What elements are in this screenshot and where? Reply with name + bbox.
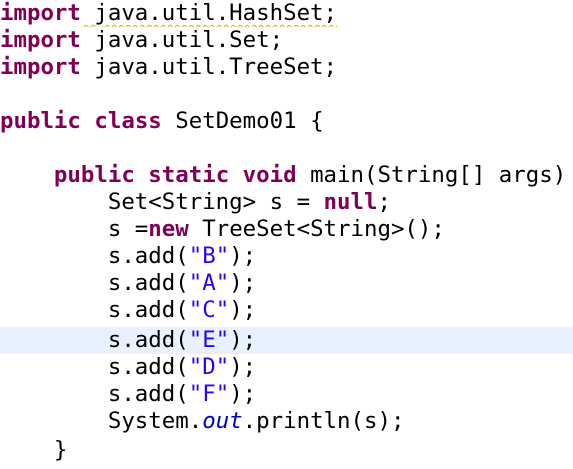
code-text: ); <box>229 243 257 269</box>
code-line-16[interactable]: System.out.println(s); <box>0 408 573 435</box>
code-text: ); <box>229 381 257 407</box>
code-editor[interactable]: import java.util.HashSet; import java.ut… <box>0 0 573 469</box>
code-line-1[interactable]: import java.util.HashSet; <box>0 0 573 27</box>
keyword: import <box>0 54 81 80</box>
keyword: import <box>0 0 81 26</box>
code-text: s = <box>0 216 149 242</box>
code-text: s.add( <box>0 381 189 407</box>
code-line-9[interactable]: s =new TreeSet<String>(); <box>0 216 573 243</box>
code-line-14[interactable]: s.add("D"); <box>0 354 573 381</box>
code-text: ); <box>229 354 257 380</box>
code-text: System. <box>0 408 203 434</box>
code-line-5[interactable]: public class SetDemo01 { <box>0 108 573 135</box>
code-text: Set<String> s = <box>0 189 324 215</box>
code-text: main(String[] args) { <box>296 162 573 188</box>
code-text: s.add( <box>0 354 189 380</box>
code-line-3[interactable]: import java.util.TreeSet; <box>0 54 573 81</box>
string-literal: "A" <box>188 270 230 296</box>
code-line-7[interactable]: public static void main(String[] args) { <box>0 162 573 189</box>
code-text: java.util.TreeSet; <box>80 54 338 80</box>
keyword: public <box>53 162 135 188</box>
keyword: static <box>148 162 230 188</box>
code-text: s.add( <box>0 270 189 296</box>
code-line-13-current[interactable]: s.add("E"); <box>0 327 573 354</box>
code-text: s.add( <box>0 327 189 353</box>
keyword: class <box>94 108 162 134</box>
keyword: import <box>0 27 81 53</box>
code-line-4[interactable] <box>0 81 573 108</box>
keyword: new <box>148 216 189 242</box>
code-text: s.add( <box>0 243 189 269</box>
string-literal: "F" <box>188 381 230 407</box>
code-line-10[interactable]: s.add("B"); <box>0 243 573 270</box>
code-text: TreeSet<String>(); <box>188 216 445 242</box>
code-text: .println(s); <box>242 408 405 434</box>
string-literal: "E" <box>188 327 230 353</box>
code-text: SetDemo01 { <box>161 108 324 134</box>
code-text: ); <box>229 327 257 353</box>
code-text: s.add( <box>0 297 189 323</box>
keyword: public <box>0 108 81 134</box>
code-line-2[interactable]: import java.util.Set; <box>0 27 573 54</box>
keyword: null <box>323 189 378 215</box>
code-text: ; <box>377 189 391 215</box>
code-text: java.util.Set; <box>80 27 284 53</box>
code-text: } <box>0 437 68 463</box>
static-field: out <box>202 408 243 434</box>
string-literal: "C" <box>188 297 230 323</box>
code-text: ); <box>229 297 257 323</box>
code-line-15[interactable]: s.add("F"); <box>0 381 573 408</box>
code-line-11[interactable]: s.add("A"); <box>0 270 573 297</box>
code-line-12[interactable]: s.add("C"); <box>0 297 573 324</box>
keyword: void <box>242 162 297 188</box>
string-literal: "D" <box>188 354 230 380</box>
code-line-17[interactable]: } <box>0 437 573 464</box>
code-line-6[interactable] <box>0 135 573 162</box>
code-line-8[interactable]: Set<String> s = null; <box>0 189 573 216</box>
import-path-warning: java.util.HashSet; <box>80 0 338 26</box>
string-literal: "B" <box>188 243 230 269</box>
code-text: ); <box>229 270 257 296</box>
